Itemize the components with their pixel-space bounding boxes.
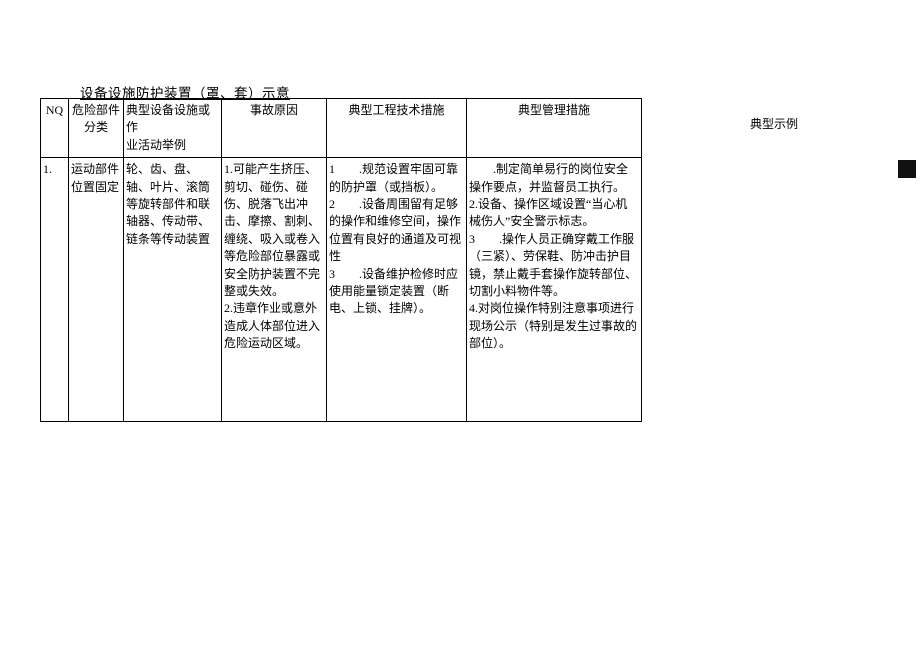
guard-device-table: NQ 危险部件分类 典型设备设施或作业活动举例 事故原因 典型工程技术措施 典型… <box>40 98 642 422</box>
header-no: NQ <box>41 99 69 158</box>
cell-tech: 1 .规范设置牢固可靠的防护罩（或挡板）。2 .设备周围留有足够的操作和维修空间… <box>327 158 467 422</box>
header-category: 危险部件分类 <box>69 99 124 158</box>
header-tech: 典型工程技术措施 <box>327 99 467 158</box>
cell-mgmt: .制定简单易行的岗位安全操作要点，并监督员工执行。2.设备、操作区域设置“当心机… <box>467 158 642 422</box>
external-header-example: 典型示例 <box>750 115 798 132</box>
cell-cause: 1.可能产生挤压、剪切、碰伤、碰伤、脱落飞出冲击、摩擦、割刺、缠绕、吸入或卷入等… <box>222 158 327 422</box>
cell-example: 轮、齿、盘、轴、叶片、滚筒等旋转部件和联轴器、传动带、链条等传动装置 <box>124 158 222 422</box>
table-row: 1. 运动部件位置固定 轮、齿、盘、轴、叶片、滚筒等旋转部件和联轴器、传动带、链… <box>41 158 642 422</box>
cell-no: 1. <box>41 158 69 422</box>
header-example: 典型设备设施或作业活动举例 <box>124 99 222 158</box>
black-square-marker <box>898 160 916 178</box>
cell-category: 运动部件位置固定 <box>69 158 124 422</box>
table-header-row: NQ 危险部件分类 典型设备设施或作业活动举例 事故原因 典型工程技术措施 典型… <box>41 99 642 158</box>
header-cause: 事故原因 <box>222 99 327 158</box>
header-mgmt: 典型管理措施 <box>467 99 642 158</box>
